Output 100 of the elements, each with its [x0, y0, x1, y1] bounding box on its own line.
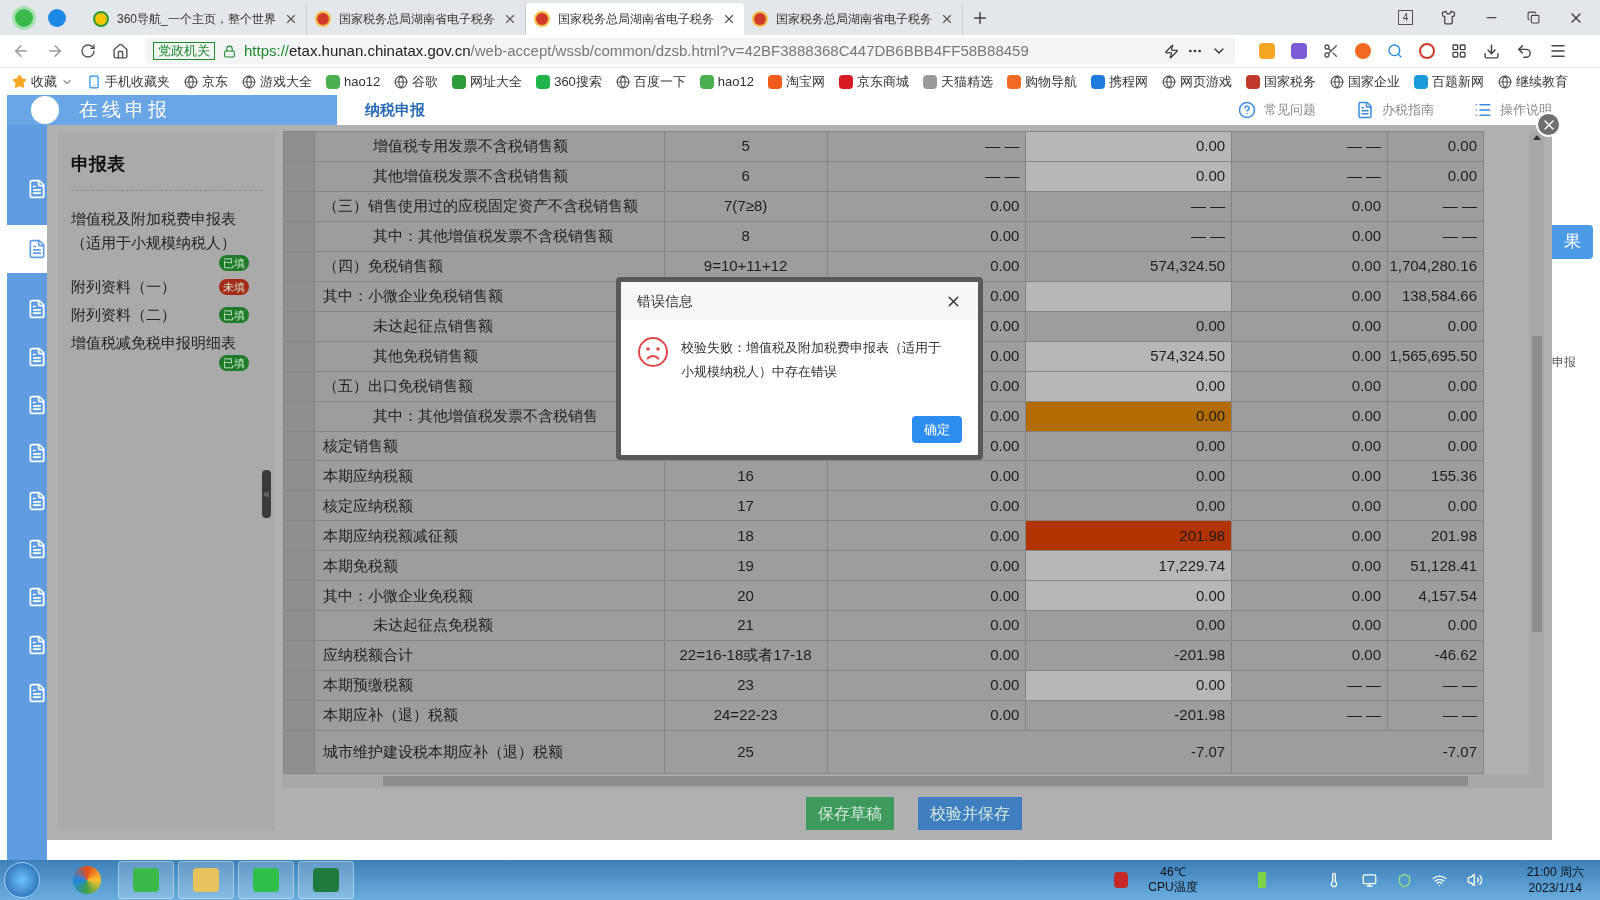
- table-cell: 0.00: [1232, 581, 1389, 612]
- bookmark-item[interactable]: 京东: [184, 71, 228, 92]
- table-cell: 0.00: [1026, 431, 1233, 462]
- bookmark-item[interactable]: 淘宝网: [768, 71, 825, 92]
- section-title: 纳税申报: [365, 99, 425, 120]
- bookmark-item[interactable]: 携程网: [1091, 71, 1148, 92]
- tab-title: 国家税务总局湖南省电子税务: [338, 11, 495, 28]
- help-link[interactable]: 办税指南: [1356, 100, 1434, 120]
- table-cell: — —: [1388, 701, 1484, 732]
- bookmark-item[interactable]: 手机收藏夹: [87, 71, 170, 92]
- row-label: （四）免税销售额: [314, 251, 665, 282]
- verified-badge[interactable]: 党政机关: [153, 42, 215, 60]
- table-cell: 0.00: [1232, 551, 1389, 582]
- table-cell: 0.00: [1232, 521, 1389, 552]
- input-cell[interactable]: 0.00: [1026, 132, 1233, 162]
- bookmark-item[interactable]: 收藏: [12, 71, 73, 92]
- row-number: 6: [664, 161, 828, 192]
- input-cell[interactable]: 0.00: [1026, 161, 1233, 192]
- form-list-item[interactable]: 附列资料（一） 未填: [71, 275, 249, 299]
- bookmark-item[interactable]: 购物导航: [1007, 71, 1077, 92]
- table-cell: — —: [1232, 671, 1389, 702]
- help-link[interactable]: 常见问题: [1238, 100, 1316, 120]
- clock-date: 2023/1/14: [1528, 880, 1582, 896]
- input-cell[interactable]: 17,229.74: [1026, 551, 1233, 582]
- bookmark-item[interactable]: 国家税务: [1246, 71, 1316, 92]
- row-number: 17: [664, 491, 828, 522]
- address-field[interactable]: 党政机关 https://etax.hunan.chinatax.gov.cn/web-accept/wssb/common/dzsb.html?v=42BF3888368C447DB6BBB4FF58B88459: [145, 38, 1235, 64]
- bookmark-item[interactable]: 360搜索: [536, 71, 602, 92]
- input-cell[interactable]: 0.00: [1026, 581, 1233, 612]
- bookmark-item[interactable]: 百题新网: [1414, 71, 1484, 92]
- table-cell: 4,157.54: [1388, 581, 1484, 612]
- browser-tab[interactable]: 国家税务总局湖南省电子税务: [525, 3, 744, 35]
- row-number: 23: [664, 671, 828, 702]
- table-cell: 0.00: [827, 551, 1027, 582]
- row-number: 20: [664, 581, 828, 612]
- row-number: 8: [664, 221, 828, 252]
- table-cell: — —: [1388, 221, 1484, 252]
- table-cell: -201.98: [1026, 701, 1233, 732]
- table-cell: 0.00: [1232, 251, 1389, 282]
- table-cell: 0.00: [827, 671, 1027, 702]
- table-cell: — —: [1026, 191, 1233, 222]
- table-cell: 0.00: [1388, 611, 1484, 642]
- input-cell[interactable]: 574,324.50: [1026, 341, 1233, 372]
- bookmark-item[interactable]: 百度一下: [615, 71, 686, 92]
- table-cell: 0.00: [1232, 191, 1389, 222]
- table-cell: 201.98: [1026, 521, 1233, 552]
- table-cell: 0.00: [1232, 221, 1389, 252]
- row-number: 18: [664, 521, 828, 552]
- table-cell: 0.00: [1388, 401, 1484, 432]
- table-cell: -46.62: [1388, 641, 1484, 672]
- bookmark-item[interactable]: 网页游戏: [1162, 71, 1232, 92]
- url-text: https://etax.hunan.chinatax.gov.cn/web-accept/wssb/common/dzsb.html?v=42BF3888368C447DB6BBB4FF58B88459: [244, 40, 1029, 61]
- row-number: 16: [664, 461, 828, 492]
- tab-title: 360导航_一个主页，整个世界: [117, 11, 276, 28]
- table-cell: 0.00: [1026, 401, 1233, 432]
- table-cell: 0.00: [1388, 311, 1484, 342]
- panel-title: 申报表: [71, 151, 262, 191]
- table-cell: — —: [1388, 671, 1484, 702]
- bookmark-item[interactable]: 网址大全: [452, 71, 523, 92]
- row-number: 24=22-23: [664, 701, 828, 732]
- row-number: 5: [664, 132, 828, 162]
- row-number: 21: [664, 611, 828, 642]
- row-label: 本期应纳税额: [314, 461, 665, 492]
- table-cell: — —: [1232, 132, 1389, 162]
- table-cell: 1,704,280.16: [1388, 251, 1484, 282]
- form-name: 附列资料（一）: [71, 277, 176, 297]
- table-cell: 0.00: [1232, 311, 1389, 342]
- row-label: 本期应纳税额减征额: [314, 521, 665, 552]
- table-cell: 201.98: [1388, 521, 1484, 552]
- table-cell: 0.00: [1232, 401, 1389, 432]
- table-cell: 0.00: [827, 701, 1027, 732]
- form-list-item[interactable]: 增值税及附加税费申报表（适用于小规模纳税人） 已填: [71, 207, 249, 271]
- form-list-item[interactable]: 增值税减免税申报明细表 已填: [71, 331, 249, 371]
- table-cell: 0.00: [1232, 641, 1389, 672]
- form-name: 附列资料（二）: [71, 305, 176, 325]
- bookmark-item[interactable]: 国家企业: [1330, 71, 1400, 92]
- row-number: 19: [664, 551, 828, 582]
- row-number: 22=16-18或者17-18: [664, 641, 828, 672]
- bookmark-item[interactable]: 京东商城: [839, 71, 909, 92]
- table-cell: -7.07: [1388, 731, 1484, 774]
- bookmark-item[interactable]: 继续教育: [1498, 71, 1568, 92]
- row-label: （三）销售使用过的应税固定资产不含税销售额: [314, 191, 665, 222]
- bookmark-item[interactable]: 天猫精选: [923, 71, 993, 92]
- table-cell: 0.00: [827, 521, 1027, 552]
- bookmark-item[interactable]: 谷歌: [394, 71, 439, 92]
- table-cell: — —: [1026, 221, 1233, 252]
- table-cell: 0.00: [1388, 161, 1484, 192]
- table-cell: 0.00: [827, 191, 1027, 222]
- table-cell: 574,324.50: [1026, 251, 1233, 282]
- form-name: 增值税减免税申报明细表: [71, 333, 236, 353]
- table-cell: 138,584.66: [1388, 281, 1484, 312]
- bookmark-item[interactable]: 游戏大全: [242, 71, 312, 92]
- bookmark-item[interactable]: hao12: [699, 71, 754, 92]
- input-cell[interactable]: 0.00: [1026, 371, 1233, 402]
- table-cell: 0.00: [1232, 461, 1389, 492]
- form-list-item[interactable]: 附列资料（二） 已填: [71, 303, 249, 327]
- input-cell[interactable]: 0.00: [1026, 671, 1233, 702]
- tab-count[interactable]: 4: [1398, 10, 1413, 25]
- bookmark-item[interactable]: hao12: [326, 71, 381, 92]
- cpu-temperature: 46℃: [1160, 865, 1186, 880]
